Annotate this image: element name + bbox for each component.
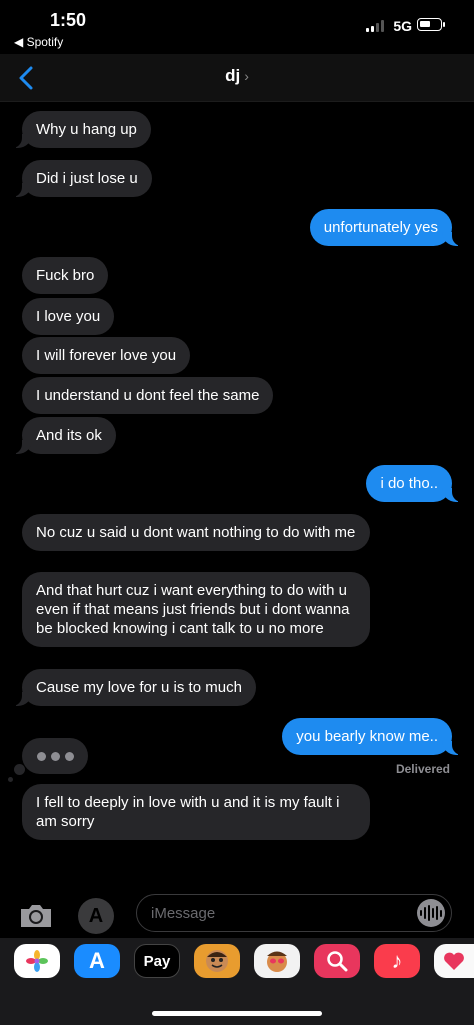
app-store-icon[interactable]: A [74, 944, 120, 978]
signal-strength-icon [366, 20, 384, 32]
outgoing-message[interactable]: unfortunately yes [309, 209, 463, 246]
incoming-message[interactable]: No cuz u said u dont want nothing to do … [22, 514, 370, 551]
incoming-message[interactable]: I will forever love you [22, 337, 191, 374]
incoming-message[interactable]: Why u hang up [12, 111, 151, 148]
back-to-spotify-link[interactable]: ◀ Spotify [14, 35, 63, 49]
incoming-message[interactable]: And its ok [12, 417, 116, 454]
music-icon[interactable]: ♪ [374, 944, 420, 978]
app-store-icon: A [88, 904, 104, 927]
camera-icon[interactable] [18, 902, 54, 929]
typing-indicator-tail [14, 764, 25, 775]
battery-icon [417, 18, 445, 31]
imessage-app-drawer: A Pay ♪ [0, 938, 474, 1025]
memoji-icon[interactable] [194, 944, 240, 978]
chevron-right-icon: › [244, 68, 249, 84]
incoming-message[interactable]: Did i just lose u [12, 160, 152, 197]
typing-indicator-tail [8, 777, 13, 782]
contact-name: dj [225, 66, 241, 85]
app-store-button[interactable]: A [78, 898, 114, 934]
outgoing-message[interactable]: you bearly know me.. [282, 718, 462, 755]
incoming-message[interactable]: And that hurt cuz i want everything to d… [22, 572, 370, 647]
message-input-placeholder: iMessage [151, 905, 216, 922]
incoming-message[interactable]: I understand u dont feel the same [22, 377, 274, 414]
audio-message-icon[interactable] [417, 899, 445, 927]
compose-bar: A iMessage [0, 892, 474, 936]
delivered-status: Delivered [395, 762, 450, 776]
image-search-icon[interactable] [314, 944, 360, 978]
incoming-message[interactable]: Cause my love for u is to much [12, 669, 256, 706]
apple-pay-label: Pay [143, 952, 171, 970]
photos-icon[interactable] [14, 944, 60, 978]
message-input[interactable]: iMessage [136, 894, 452, 932]
apple-pay-button[interactable]: Pay [134, 944, 180, 978]
status-time: 1:50 [50, 10, 87, 30]
incoming-message[interactable]: Fuck bro [22, 257, 109, 294]
memoji-stickers-icon[interactable] [254, 944, 300, 978]
home-indicator[interactable] [152, 1011, 322, 1016]
outgoing-message[interactable]: i do tho.. [366, 465, 462, 502]
contact-name-button[interactable]: dj › [0, 66, 474, 86]
conversation-header: dj › [0, 54, 474, 102]
status-bar: 1:50 ◀ Spotify 5G [0, 0, 474, 54]
incoming-message[interactable]: I fell to deeply in love with u and it i… [22, 784, 370, 840]
network-type: 5G [393, 18, 412, 34]
battery-level-fill [420, 21, 430, 27]
digital-touch-heart-icon[interactable] [434, 944, 474, 978]
typing-indicator [22, 738, 88, 774]
incoming-message[interactable]: I love you [22, 298, 115, 335]
